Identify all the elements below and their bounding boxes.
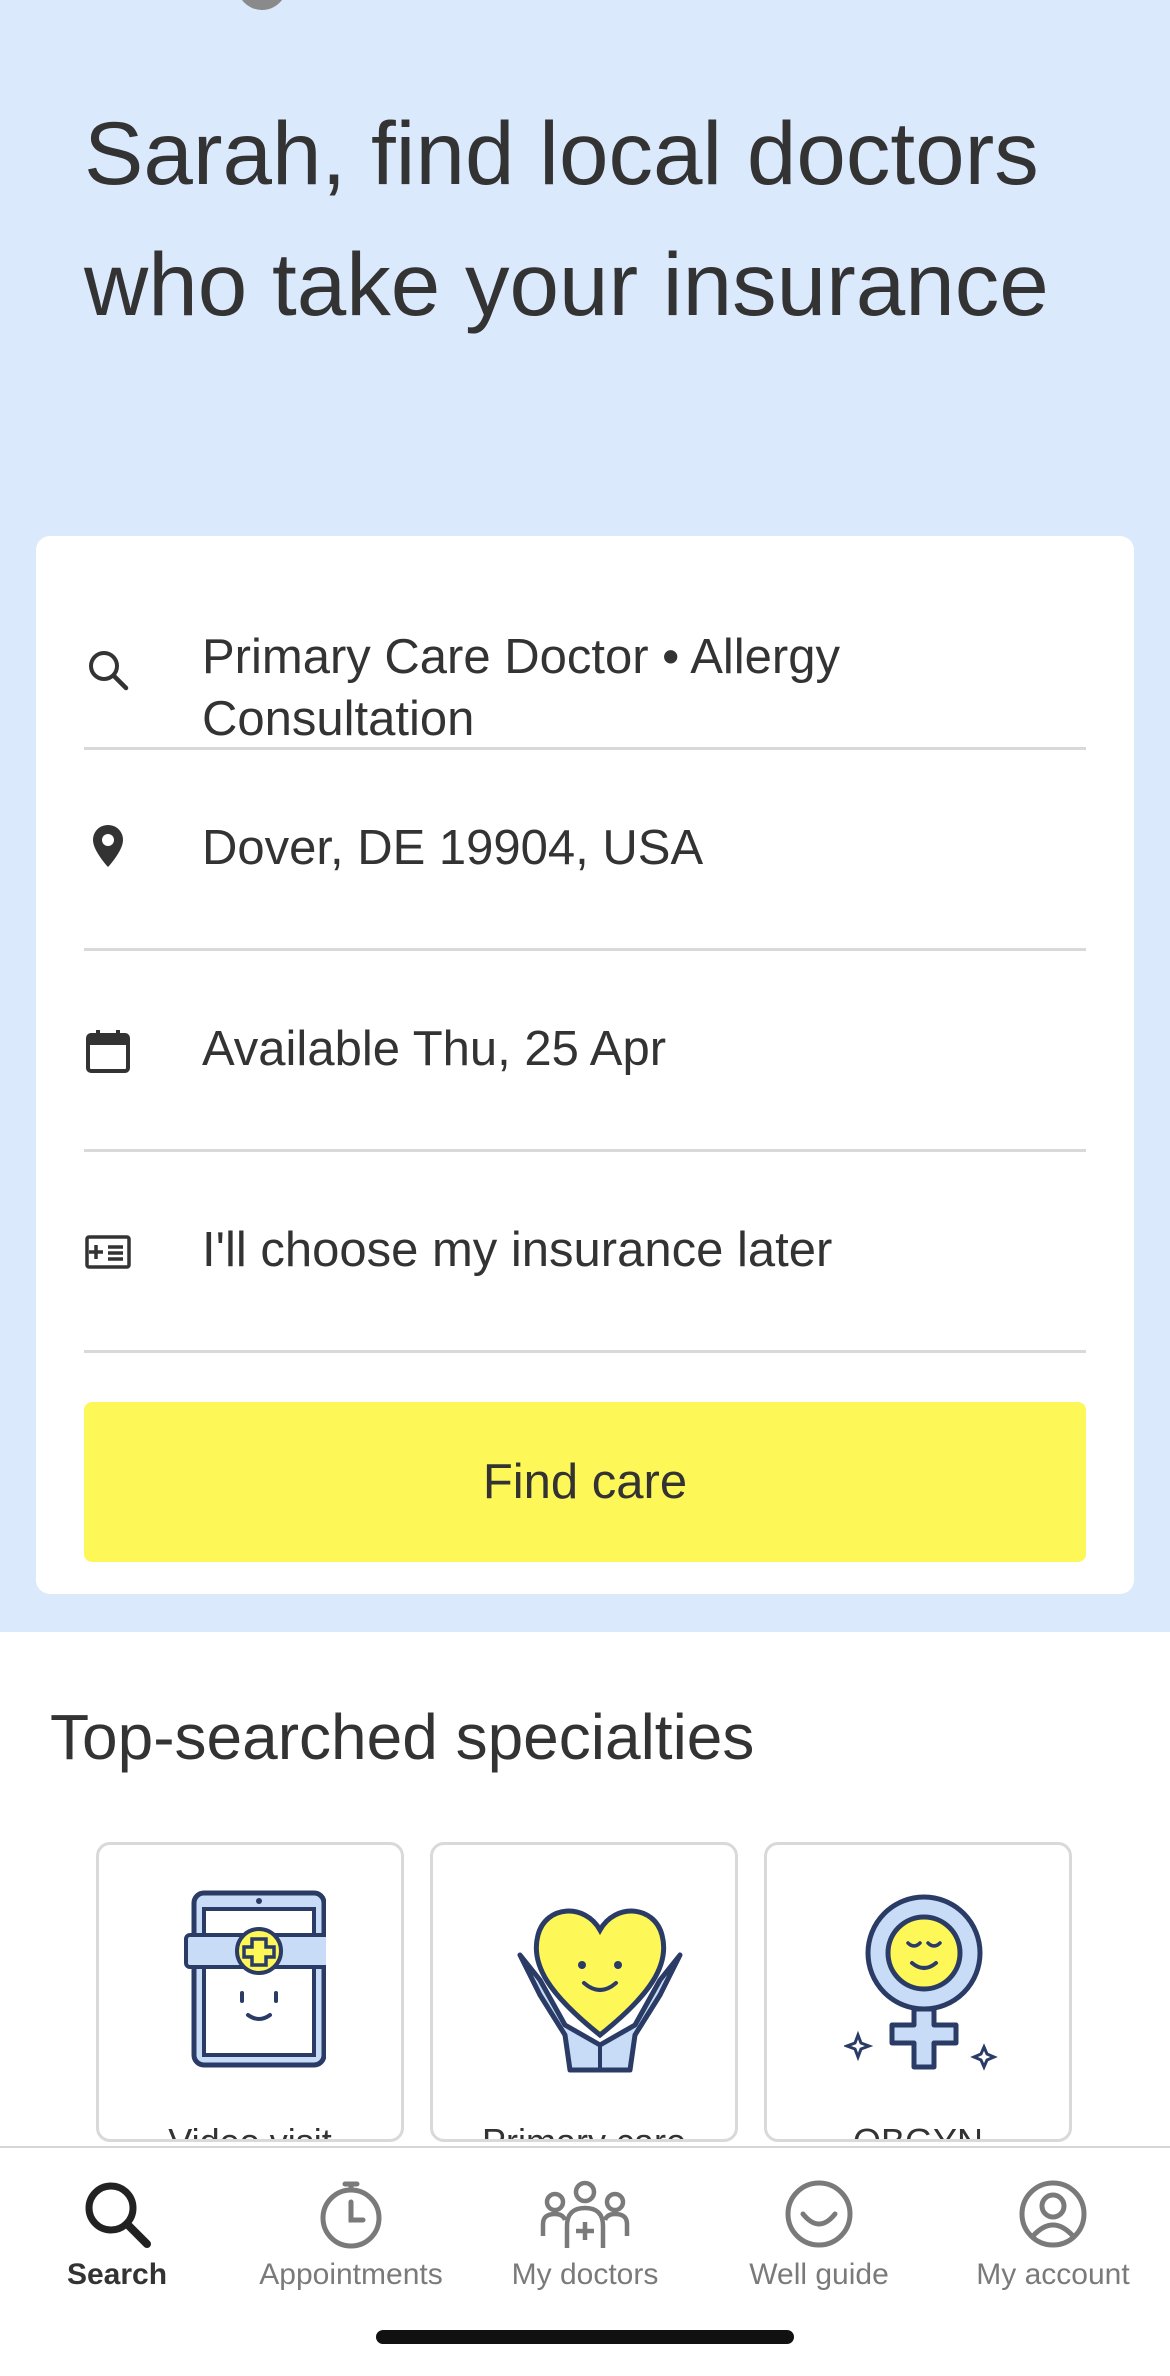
stopwatch-icon: [320, 2181, 382, 2249]
tab-search[interactable]: Search: [0, 2178, 234, 2298]
tab-label: Appointments: [259, 2258, 443, 2291]
search-icon: [85, 2182, 151, 2248]
insurance-card-icon: [84, 1228, 132, 1276]
calendar-icon: [84, 1027, 132, 1075]
specialty-search-value: Primary Care Doctor • Allergy Consultati…: [202, 630, 840, 746]
insurance-field[interactable]: I'll choose my insurance later: [84, 1152, 1086, 1353]
primary-care-heart-icon: [517, 1908, 683, 2073]
tab-my-account[interactable]: My account: [936, 2178, 1170, 2298]
location-field[interactable]: Dover, DE 19904, USA: [84, 750, 1086, 951]
availability-field[interactable]: Available Thu, 25 Apr: [84, 951, 1086, 1152]
specialty-tile-primary-care[interactable]: Primary care: [430, 1842, 738, 2142]
tab-label: Well guide: [749, 2258, 889, 2291]
status-indicator: [237, 0, 287, 10]
insurance-value: I'll choose my insurance later: [202, 1223, 833, 1277]
page-headline: Sarah, find local doctors who take your …: [84, 103, 1049, 334]
specialties-heading: Top-searched specialties: [50, 1701, 755, 1773]
tab-label: Search: [66, 2258, 168, 2291]
specialty-search-field[interactable]: Primary Care Doctor • Allergy Consultati…: [84, 576, 1086, 750]
home-indicator[interactable]: [376, 2330, 794, 2344]
smile-icon: [785, 2180, 853, 2248]
find-care-button[interactable]: Find care: [84, 1402, 1086, 1562]
specialty-label: OBGYN: [852, 2121, 984, 2142]
search-card: Primary Care Doctor • Allergy Consultati…: [36, 536, 1134, 1594]
specialty-label: Primary care: [481, 2121, 687, 2142]
location-value: Dover, DE 19904, USA: [202, 821, 704, 875]
tab-label: My account: [976, 2258, 1130, 2291]
specialty-label: Video visit: [168, 2121, 332, 2142]
tab-well-guide[interactable]: Well guide: [702, 2178, 936, 2298]
people-icon: [540, 2180, 630, 2248]
tab-label: My doctors: [511, 2258, 659, 2291]
location-pin-icon: [84, 822, 132, 870]
video-visit-icon: [184, 1890, 326, 2068]
specialty-tile-obgyn[interactable]: OBGYN: [764, 1842, 1072, 2142]
availability-value: Available Thu, 25 Apr: [202, 1022, 667, 1076]
tab-my-doctors[interactable]: My doctors: [468, 2178, 702, 2298]
tab-appointments[interactable]: Appointments: [234, 2178, 468, 2298]
account-icon: [1019, 2180, 1087, 2248]
hero-section: Sarah, find local doctors who take your …: [0, 0, 1170, 1632]
search-icon: [84, 646, 132, 694]
obgyn-icon: [844, 1894, 998, 2071]
specialty-tile-video-visit[interactable]: Video visit: [96, 1842, 404, 2142]
